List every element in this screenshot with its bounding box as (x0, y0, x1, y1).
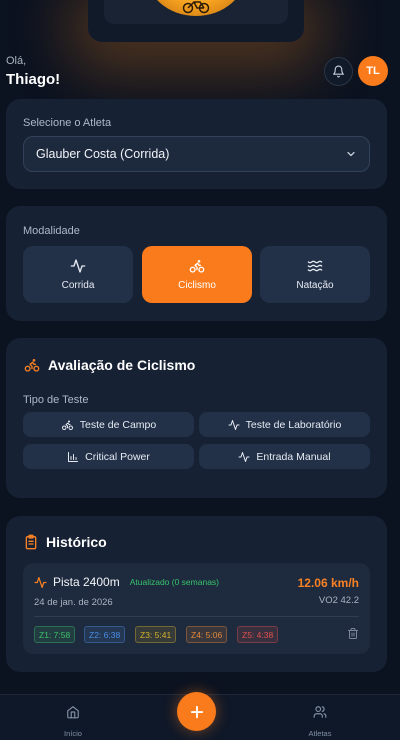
activity-icon (238, 451, 250, 462)
test-type-label: Tipo de Teste (23, 394, 89, 406)
evaluation-title: Avaliação de Ciclismo (48, 357, 196, 373)
history-item-name: Pista 2400m (53, 575, 120, 589)
test-critical-power-label: Critical Power (85, 450, 150, 463)
activity-icon (34, 576, 47, 588)
notifications-button[interactable] (324, 57, 353, 86)
zone-badge-z5: Z5: 4:38 (237, 626, 279, 643)
athlete-select-card: Selecione o Atleta Glauber Costa (Corrid… (6, 99, 387, 189)
modality-label-corrida: Corrida (61, 280, 95, 291)
tab-home[interactable]: Início (43, 705, 103, 738)
bike-icon (61, 420, 73, 430)
zone-badge-z3: Z3: 5:41 (135, 626, 177, 643)
plus-icon (190, 705, 203, 718)
test-campo-label: Teste de Campo (79, 418, 157, 431)
history-title: Histórico (46, 534, 107, 550)
tab-home-label: Início (64, 729, 82, 738)
history-item-header: Pista 2400m Atualizado (0 semanas) (34, 575, 219, 589)
history-item-status: Atualizado (0 semanas) (129, 577, 219, 587)
history-item[interactable]: Pista 2400m Atualizado (0 semanas) 24 de… (23, 563, 370, 654)
hero-image (104, 0, 288, 24)
evaluation-header: Avaliação de Ciclismo (23, 357, 195, 373)
modality-card: Modalidade Corrida Ciclismo Natação (6, 206, 387, 321)
tab-athletes[interactable]: Atletas (290, 705, 350, 738)
test-laboratorio-button[interactable]: Teste de Laboratório (199, 412, 370, 437)
modality-corrida-button[interactable]: Corrida (23, 246, 133, 303)
clipboard-icon (25, 534, 37, 550)
home-icon (67, 706, 79, 719)
add-button[interactable] (177, 692, 216, 731)
activity-icon (228, 419, 240, 430)
history-card: Histórico Pista 2400m Atualizado (0 sema… (6, 516, 387, 672)
modality-ciclismo-button[interactable]: Ciclismo (142, 246, 252, 303)
avatar[interactable]: TL (358, 56, 388, 86)
divider (34, 616, 359, 617)
bike-icon (182, 1, 210, 14)
test-manual-button[interactable]: Entrada Manual (199, 444, 370, 469)
tab-athletes-label: Atletas (308, 729, 332, 738)
athlete-selected-value: Glauber Costa (Corrida) (36, 147, 170, 161)
test-campo-button[interactable]: Teste de Campo (23, 412, 194, 437)
test-laboratorio-label: Teste de Laboratório (245, 418, 342, 431)
test-manual-label: Entrada Manual (256, 450, 331, 463)
bike-icon (24, 359, 40, 372)
history-item-date: 24 de jan. de 2026 (34, 597, 113, 608)
bar-chart-icon (68, 451, 79, 462)
zone-badge-z4: Z4: 5:06 (186, 626, 228, 643)
athlete-dropdown[interactable]: Glauber Costa (Corrida) (23, 136, 370, 172)
modality-natacao-button[interactable]: Natação (260, 246, 370, 303)
waves-icon (307, 260, 323, 272)
zone-badge-z2: Z2: 6:38 (84, 626, 126, 643)
history-header: Histórico (23, 533, 107, 551)
modality-label: Modalidade (23, 225, 80, 237)
evaluation-card: Avaliação de Ciclismo Tipo de Teste Test… (6, 338, 387, 498)
zone-badge-z1: Z1: 7:58 (34, 626, 76, 643)
athlete-select-label: Selecione o Atleta (23, 117, 112, 129)
hero-banner (88, 0, 304, 42)
chevron-down-icon (347, 151, 355, 157)
greeting: Olá, Thiago! (6, 55, 60, 88)
greeting-text: Olá, (6, 55, 27, 67)
users-icon (313, 706, 327, 718)
activity-icon (70, 259, 86, 273)
modality-label-natacao: Natação (296, 280, 334, 291)
test-critical-power-button[interactable]: Critical Power (23, 444, 194, 469)
trash-icon[interactable] (347, 627, 359, 640)
history-item-vo2: VO2 42.2 (318, 595, 359, 606)
user-name: Thiago! (6, 71, 61, 88)
bell-icon (333, 65, 344, 78)
bike-icon (189, 260, 205, 273)
modality-label-ciclismo: Ciclismo (178, 280, 216, 291)
history-item-speed: 12.06 km/h (297, 576, 359, 590)
